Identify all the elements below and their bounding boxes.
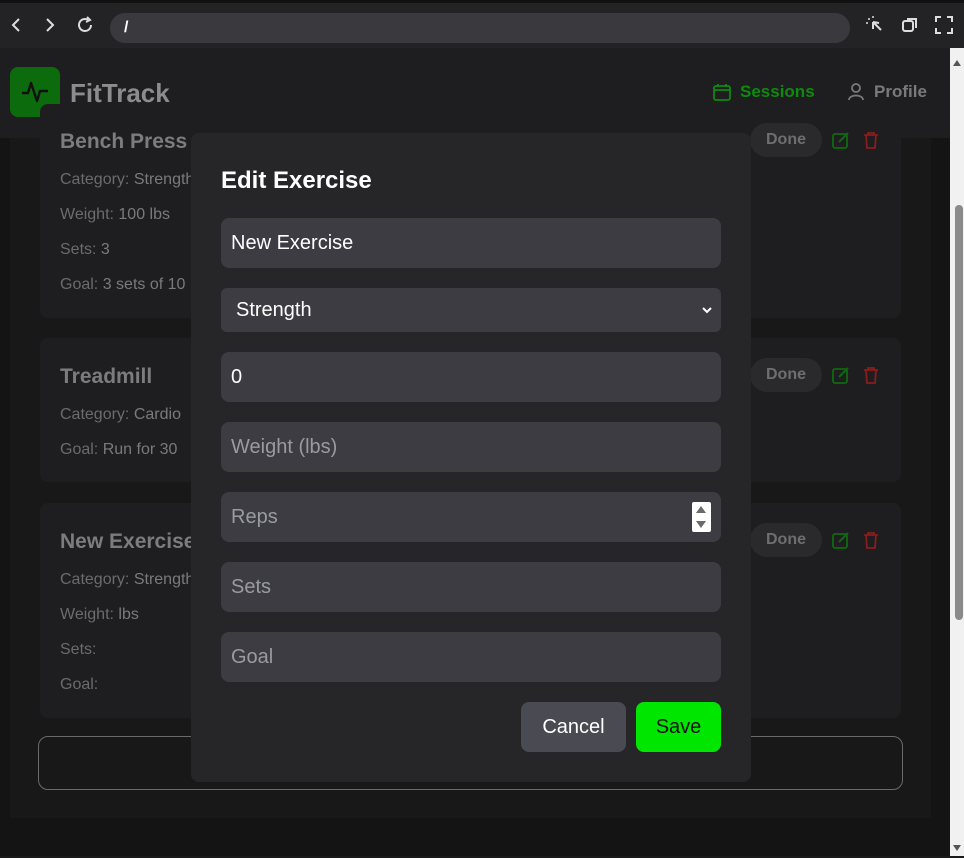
- sets-input[interactable]: Sets: [221, 562, 721, 612]
- cancel-button[interactable]: Cancel: [521, 702, 626, 752]
- fullscreen-icon[interactable]: [932, 13, 956, 37]
- nav-sessions[interactable]: Sessions: [712, 82, 815, 102]
- goal-input[interactable]: Goal: [221, 632, 721, 682]
- done-button[interactable]: Done: [750, 523, 822, 557]
- stepper-down-icon[interactable]: [696, 521, 706, 528]
- exercise-goal: Goal: 3 sets of 10: [60, 276, 186, 293]
- done-button[interactable]: Done: [750, 123, 822, 157]
- edit-icon[interactable]: [831, 130, 851, 150]
- back-icon[interactable]: [4, 13, 28, 37]
- modal-title: Edit Exercise: [221, 167, 372, 194]
- exercise-name-input[interactable]: New Exercise: [221, 218, 721, 268]
- chevron-down-icon: [702, 307, 712, 314]
- trash-icon[interactable]: [861, 530, 881, 550]
- cursor-select-icon[interactable]: [863, 13, 887, 37]
- url-bar[interactable]: /: [110, 13, 850, 43]
- calendar-icon: [713, 84, 731, 101]
- exercise-category: Category: Strength: [60, 571, 195, 588]
- nav-sessions-label: Sessions: [740, 82, 815, 101]
- browser-toolbar: /: [0, 0, 964, 48]
- forward-icon[interactable]: [38, 13, 62, 37]
- exercise-title: New Exercise: [60, 530, 196, 553]
- exercise-weight: Weight: lbs: [60, 606, 139, 623]
- reps-stepper[interactable]: [692, 502, 711, 532]
- category-select-value: Strength: [236, 299, 312, 321]
- trash-icon[interactable]: [861, 130, 881, 150]
- nav-profile[interactable]: Profile: [846, 82, 927, 102]
- nav-profile-label: Profile: [874, 82, 927, 101]
- exercise-goal: Goal:: [60, 676, 99, 693]
- user-icon: [848, 83, 864, 101]
- exercise-title: Treadmill: [60, 365, 153, 388]
- stepper-up-icon[interactable]: [696, 506, 706, 513]
- exercise-weight: Weight: 100 lbs: [60, 206, 170, 223]
- edit-exercise-modal: Edit Exercise New Exercise Strength 0 We…: [191, 133, 751, 782]
- category-select[interactable]: Strength: [221, 288, 721, 332]
- exercise-goal: Goal: Run for 30: [60, 441, 178, 458]
- reload-icon[interactable]: [73, 13, 97, 37]
- exercise-sets: Sets: 3: [60, 241, 110, 258]
- reps-placeholder: Reps: [231, 506, 278, 528]
- exercise-category: Category: Strength: [60, 171, 195, 188]
- scrollbar-thumb[interactable]: [955, 205, 963, 620]
- exercise-title: Bench Press: [60, 130, 188, 153]
- edit-icon[interactable]: [831, 530, 851, 550]
- done-button[interactable]: Done: [750, 358, 822, 392]
- trash-icon[interactable]: [861, 365, 881, 385]
- reps-input[interactable]: Reps: [221, 492, 721, 542]
- exercise-sets: Sets:: [60, 641, 97, 658]
- activity-icon: [22, 81, 48, 103]
- scroll-up-icon[interactable]: [952, 55, 962, 66]
- scroll-down-icon[interactable]: [952, 840, 962, 851]
- exercise-category: Category: Cardio: [60, 406, 181, 423]
- save-button[interactable]: Save: [636, 702, 721, 752]
- weight-input[interactable]: Weight (lbs): [221, 422, 721, 472]
- copy-window-icon[interactable]: [898, 13, 922, 37]
- duration-input[interactable]: 0: [221, 352, 721, 402]
- edit-icon[interactable]: [831, 365, 851, 385]
